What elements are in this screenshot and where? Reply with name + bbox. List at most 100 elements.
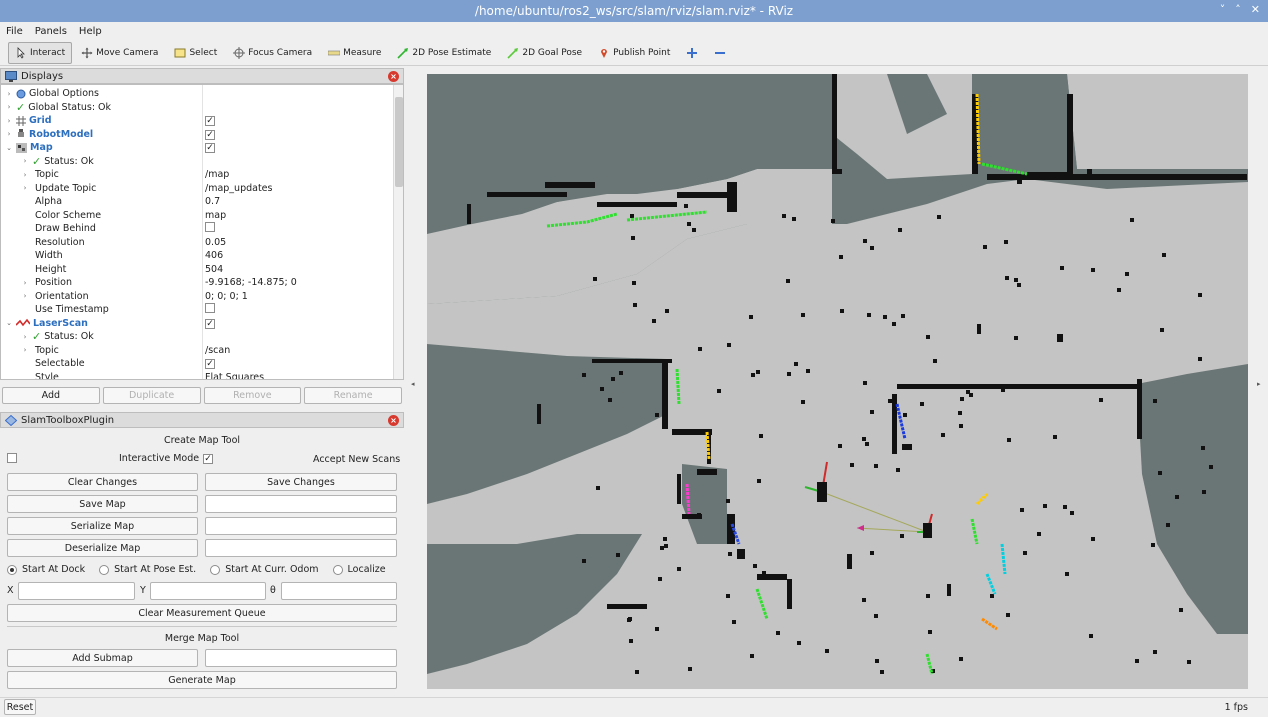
theta-input[interactable] <box>281 582 397 600</box>
slam-close-icon[interactable]: × <box>388 415 399 426</box>
display-row-checkbox[interactable]: ✓ <box>205 318 215 329</box>
tool-select[interactable]: Select <box>167 42 224 64</box>
radio-start-at-pose-est[interactable] <box>99 564 110 575</box>
wall-cell <box>607 604 647 609</box>
menu-file[interactable]: File <box>6 26 23 37</box>
wall-cell <box>757 574 787 580</box>
display-row-checkbox[interactable] <box>205 303 215 314</box>
tool-focus-camera[interactable]: Focus Camera <box>226 42 319 64</box>
display-row-topic[interactable]: › Topic/map <box>1 168 393 182</box>
splitter-left-arrow[interactable]: ◂ <box>411 380 415 388</box>
tool-publish-point[interactable]: Publish Point <box>591 42 677 64</box>
add-submap-input[interactable] <box>205 649 397 667</box>
remove-button[interactable]: Remove <box>203 387 302 404</box>
save-map-button[interactable]: Save Map <box>7 495 198 513</box>
radio-localize[interactable] <box>332 564 343 575</box>
splitter-right-arrow[interactable]: ▸ <box>1257 380 1261 388</box>
menu-help[interactable]: Help <box>79 26 102 37</box>
display-row-checkbox[interactable]: ✓ <box>205 129 215 140</box>
merge-map-tool-label: Merge Map Tool <box>164 633 240 644</box>
display-row-global-options[interactable]: › Global Options <box>1 87 393 101</box>
close-icon[interactable]: ✕ <box>1251 3 1260 16</box>
rviz-3d-view[interactable] <box>427 74 1248 689</box>
obstacle-cell <box>1063 505 1067 509</box>
collapsed-arrow-icon[interactable]: › <box>5 117 13 125</box>
obstacle-cell <box>1158 471 1162 475</box>
tool-2d-pose-estimate[interactable]: 2D Pose Estimate <box>390 42 498 64</box>
display-row-draw-behind[interactable]: Draw Behind <box>1 222 393 236</box>
obstacle-cell <box>959 424 963 428</box>
clear-measurement-queue-button[interactable]: Clear Measurement Queue <box>7 604 397 622</box>
collapsed-arrow-icon[interactable]: › <box>21 157 29 165</box>
display-row-update-topic[interactable]: › Update Topic/map_updates <box>1 182 393 196</box>
generate-map-button[interactable]: Generate Map <box>7 671 397 689</box>
display-row-alpha[interactable]: Alpha 0.7 <box>1 195 393 209</box>
display-row-status-ok[interactable]: › ✓ Status: Ok <box>1 155 393 169</box>
displays-scrollbar[interactable] <box>393 85 403 379</box>
menu-panels[interactable]: Panels <box>35 26 67 37</box>
tool-add[interactable] <box>679 42 705 64</box>
collapsed-arrow-icon[interactable]: › <box>21 171 29 179</box>
save-changes-button[interactable]: Save Changes <box>205 473 397 491</box>
x-input[interactable] <box>18 582 135 600</box>
display-row-checkbox[interactable] <box>205 222 215 233</box>
display-row-robotmodel[interactable]: › RobotModel ✓ <box>1 128 393 142</box>
displays-close-icon[interactable]: × <box>388 71 399 82</box>
collapsed-arrow-icon[interactable]: › <box>21 292 29 300</box>
display-row-laserscan[interactable]: ⌄ LaserScan ✓ <box>1 317 393 331</box>
serialize-map-input[interactable] <box>205 517 397 535</box>
display-row-use-timestamp[interactable]: Use Timestamp <box>1 303 393 317</box>
display-row-topic[interactable]: › Topic/scan <box>1 344 393 358</box>
display-row-grid[interactable]: › Grid ✓ <box>1 114 393 128</box>
interactive-mode-checkbox[interactable]: ✓ <box>203 453 214 464</box>
display-row-global-status-ok[interactable]: › ✓ Global Status: Ok <box>1 101 393 115</box>
collapsed-arrow-icon[interactable]: › <box>21 279 29 287</box>
collapsed-arrow-icon[interactable]: › <box>5 130 13 138</box>
collapsed-arrow-icon[interactable]: › <box>5 90 13 98</box>
display-row-style[interactable]: Style Flat Squares <box>1 371 393 379</box>
display-row-value: map <box>205 209 227 221</box>
deserialize-map-input[interactable] <box>205 539 397 557</box>
tool-interact[interactable]: Interact <box>8 41 73 64</box>
clear-changes-button[interactable]: Clear Changes <box>7 473 198 491</box>
collapsed-arrow-icon[interactable]: › <box>5 103 13 111</box>
duplicate-button[interactable]: Duplicate <box>102 387 201 404</box>
deserialize-map-button[interactable]: Deserialize Map <box>7 539 198 557</box>
serialize-map-button[interactable]: Serialize Map <box>7 517 198 535</box>
reset-button[interactable]: Reset <box>4 699 36 715</box>
y-input[interactable] <box>150 582 266 600</box>
maximize-icon[interactable]: ˄ <box>1235 3 1241 16</box>
display-row-resolution[interactable]: Resolution 0.05 <box>1 236 393 250</box>
display-row-position[interactable]: › Position -9.9168; -14.875; 0 <box>1 276 393 290</box>
display-row-checkbox[interactable]: ✓ <box>205 359 215 370</box>
display-row-color-scheme[interactable]: Color Scheme map <box>1 209 393 223</box>
display-row-selectable[interactable]: Selectable ✓ <box>1 357 393 371</box>
tool-2d-goal-pose[interactable]: 2D Goal Pose <box>500 42 589 64</box>
display-row-height[interactable]: Height 504 <box>1 263 393 277</box>
expanded-arrow-icon[interactable]: ⌄ <box>5 319 13 327</box>
radio-start-at-curr-odom[interactable] <box>210 564 221 575</box>
rename-button[interactable]: Rename <box>304 387 402 404</box>
radio-start-at-dock[interactable] <box>7 564 17 575</box>
display-row-orientation[interactable]: › Orientation 0; 0; 0; 1 <box>1 290 393 304</box>
display-row-checkbox[interactable]: ✓ <box>205 116 215 127</box>
expanded-arrow-icon[interactable]: ⌄ <box>5 144 13 152</box>
collapsed-arrow-icon[interactable]: › <box>21 333 29 341</box>
tool-remove[interactable] <box>707 42 733 64</box>
save-map-input[interactable] <box>205 495 397 513</box>
display-row-status-ok[interactable]: › ✓ Status: Ok <box>1 330 393 344</box>
interactive-mode-left-checkbox[interactable] <box>7 453 17 466</box>
obstacle-cell <box>898 228 902 232</box>
add-submap-button[interactable]: Add Submap <box>7 649 198 667</box>
add-button[interactable]: Add <box>2 387 100 404</box>
tool-move-camera[interactable]: Move Camera <box>74 42 165 64</box>
display-row-map[interactable]: ⌄ Map ✓ <box>1 141 393 155</box>
display-row-width[interactable]: Width 406 <box>1 249 393 263</box>
minimize-icon[interactable]: ˅ <box>1220 3 1226 16</box>
scrollbar-thumb[interactable] <box>395 97 403 187</box>
collapsed-arrow-icon[interactable]: › <box>21 346 29 354</box>
tool-measure[interactable]: Measure <box>321 42 388 64</box>
collapsed-arrow-icon[interactable]: › <box>21 184 29 192</box>
occupancy-map[interactable] <box>427 74 1248 689</box>
display-row-checkbox[interactable]: ✓ <box>205 143 215 154</box>
